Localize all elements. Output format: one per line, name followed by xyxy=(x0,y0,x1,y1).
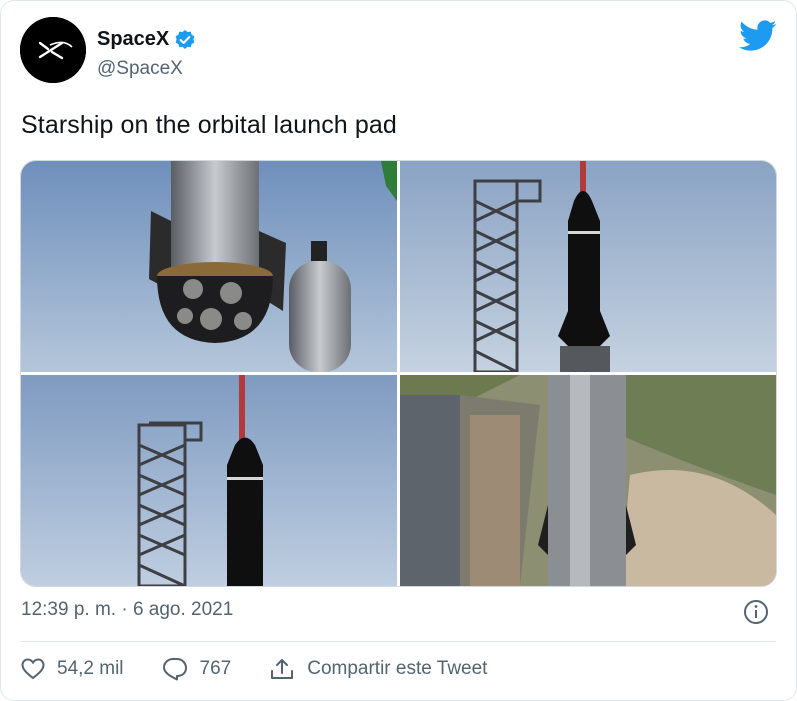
reply-icon xyxy=(162,658,187,681)
like-count: 54,2 mil xyxy=(57,658,124,679)
spacex-logo-icon xyxy=(20,17,86,83)
tweet-card: SpaceX @SpaceX Starship on the orbital l… xyxy=(0,0,797,701)
verified-badge-icon xyxy=(175,29,195,49)
action-bar: 54,2 mil 767 Compartir este Tweet xyxy=(21,657,525,681)
share-icon xyxy=(271,659,294,679)
timestamp[interactable]: 12:39 p. m. · 6 ago. 2021 xyxy=(21,599,233,621)
author-name-row[interactable]: SpaceX xyxy=(97,28,196,51)
author-handle[interactable]: @SpaceX xyxy=(97,58,183,80)
media-image-3[interactable] xyxy=(21,375,397,586)
media-image-1[interactable] xyxy=(21,161,397,372)
tweet-text: Starship on the orbital launch pad xyxy=(21,111,397,139)
media-grid xyxy=(20,160,777,587)
media-image-2[interactable] xyxy=(400,161,776,372)
avatar[interactable] xyxy=(20,17,86,83)
share-label: Compartir este Tweet xyxy=(307,658,488,679)
info-icon[interactable] xyxy=(743,599,769,625)
author-name[interactable]: SpaceX xyxy=(97,28,169,51)
heart-icon xyxy=(21,658,45,680)
divider xyxy=(21,641,776,642)
reply-button[interactable]: 767 xyxy=(162,657,232,681)
reply-count: 767 xyxy=(199,658,232,679)
like-button[interactable]: 54,2 mil xyxy=(21,658,124,680)
media-image-4[interactable] xyxy=(400,375,776,586)
twitter-bird-icon[interactable] xyxy=(739,20,777,52)
share-button[interactable]: Compartir este Tweet xyxy=(269,657,487,681)
